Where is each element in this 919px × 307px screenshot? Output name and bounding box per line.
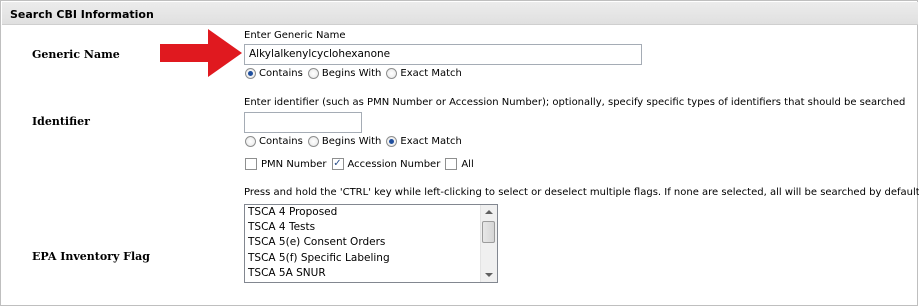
- exact-match-radio-label: Exact Match: [400, 136, 462, 147]
- exact-match-radio[interactable]: [386, 136, 398, 147]
- all-checkbox[interactable]: [445, 158, 458, 170]
- generic-name-input[interactable]: Alkylalkenylcyclohexanone: [244, 44, 642, 65]
- list-item[interactable]: TSCA 4 Proposed: [245, 205, 482, 220]
- begins-with-radio-label: Begins With: [321, 136, 382, 147]
- listbox-scrollbar[interactable]: [480, 205, 497, 282]
- identifier-input[interactable]: [244, 112, 362, 133]
- contains-radio[interactable]: [245, 136, 256, 147]
- identifier-match-options: Contains Begins With Exact Match: [245, 136, 462, 147]
- accession-number-label: Accession Number: [347, 158, 441, 170]
- scroll-up-icon[interactable]: [485, 210, 493, 214]
- contains-radio[interactable]: [245, 68, 256, 79]
- red-arrow-icon: [160, 29, 242, 77]
- accession-number-checkbox[interactable]: ✓: [331, 158, 344, 170]
- epa-flag-prompt: Press and hold the 'CTRL' key while left…: [244, 187, 919, 198]
- contains-radio-label: Contains: [259, 136, 303, 147]
- identifier-type-options: PMN Number ✓ Accession Number All: [245, 158, 474, 170]
- scroll-down-icon[interactable]: [485, 273, 493, 277]
- list-item[interactable]: TSCA 4 Tests: [245, 220, 482, 235]
- generic-name-prompt: Enter Generic Name: [244, 30, 346, 41]
- generic-name-match-options: Contains Begins With Exact Match: [245, 68, 462, 79]
- panel-title: Search CBI Information: [2, 2, 918, 25]
- contains-radio-label: Contains: [259, 68, 303, 79]
- generic-name-label: Generic Name: [32, 48, 120, 61]
- all-label: All: [461, 158, 474, 170]
- begins-with-radio[interactable]: [307, 136, 319, 147]
- scroll-thumb[interactable]: [482, 221, 495, 243]
- pmn-number-label: PMN Number: [261, 158, 327, 170]
- epa-inventory-flag-label: EPA Inventory Flag: [32, 250, 150, 263]
- begins-with-radio[interactable]: [307, 68, 319, 79]
- identifier-label: Identifier: [32, 115, 90, 128]
- exact-match-radio-label: Exact Match: [400, 68, 462, 79]
- exact-match-radio[interactable]: [386, 68, 398, 79]
- list-item[interactable]: TSCA 5(f) Specific Labeling: [245, 251, 482, 266]
- list-item[interactable]: TSCA 5A SNUR: [245, 266, 482, 281]
- identifier-prompt: Enter identifier (such as PMN Number or …: [244, 97, 906, 108]
- pmn-number-checkbox[interactable]: [245, 158, 257, 170]
- begins-with-radio-label: Begins With: [321, 68, 382, 79]
- list-item[interactable]: TSCA 5(e) Consent Orders: [245, 235, 482, 250]
- epa-flag-listbox[interactable]: TSCA 4 Proposed TSCA 4 Tests TSCA 5(e) C…: [244, 204, 498, 283]
